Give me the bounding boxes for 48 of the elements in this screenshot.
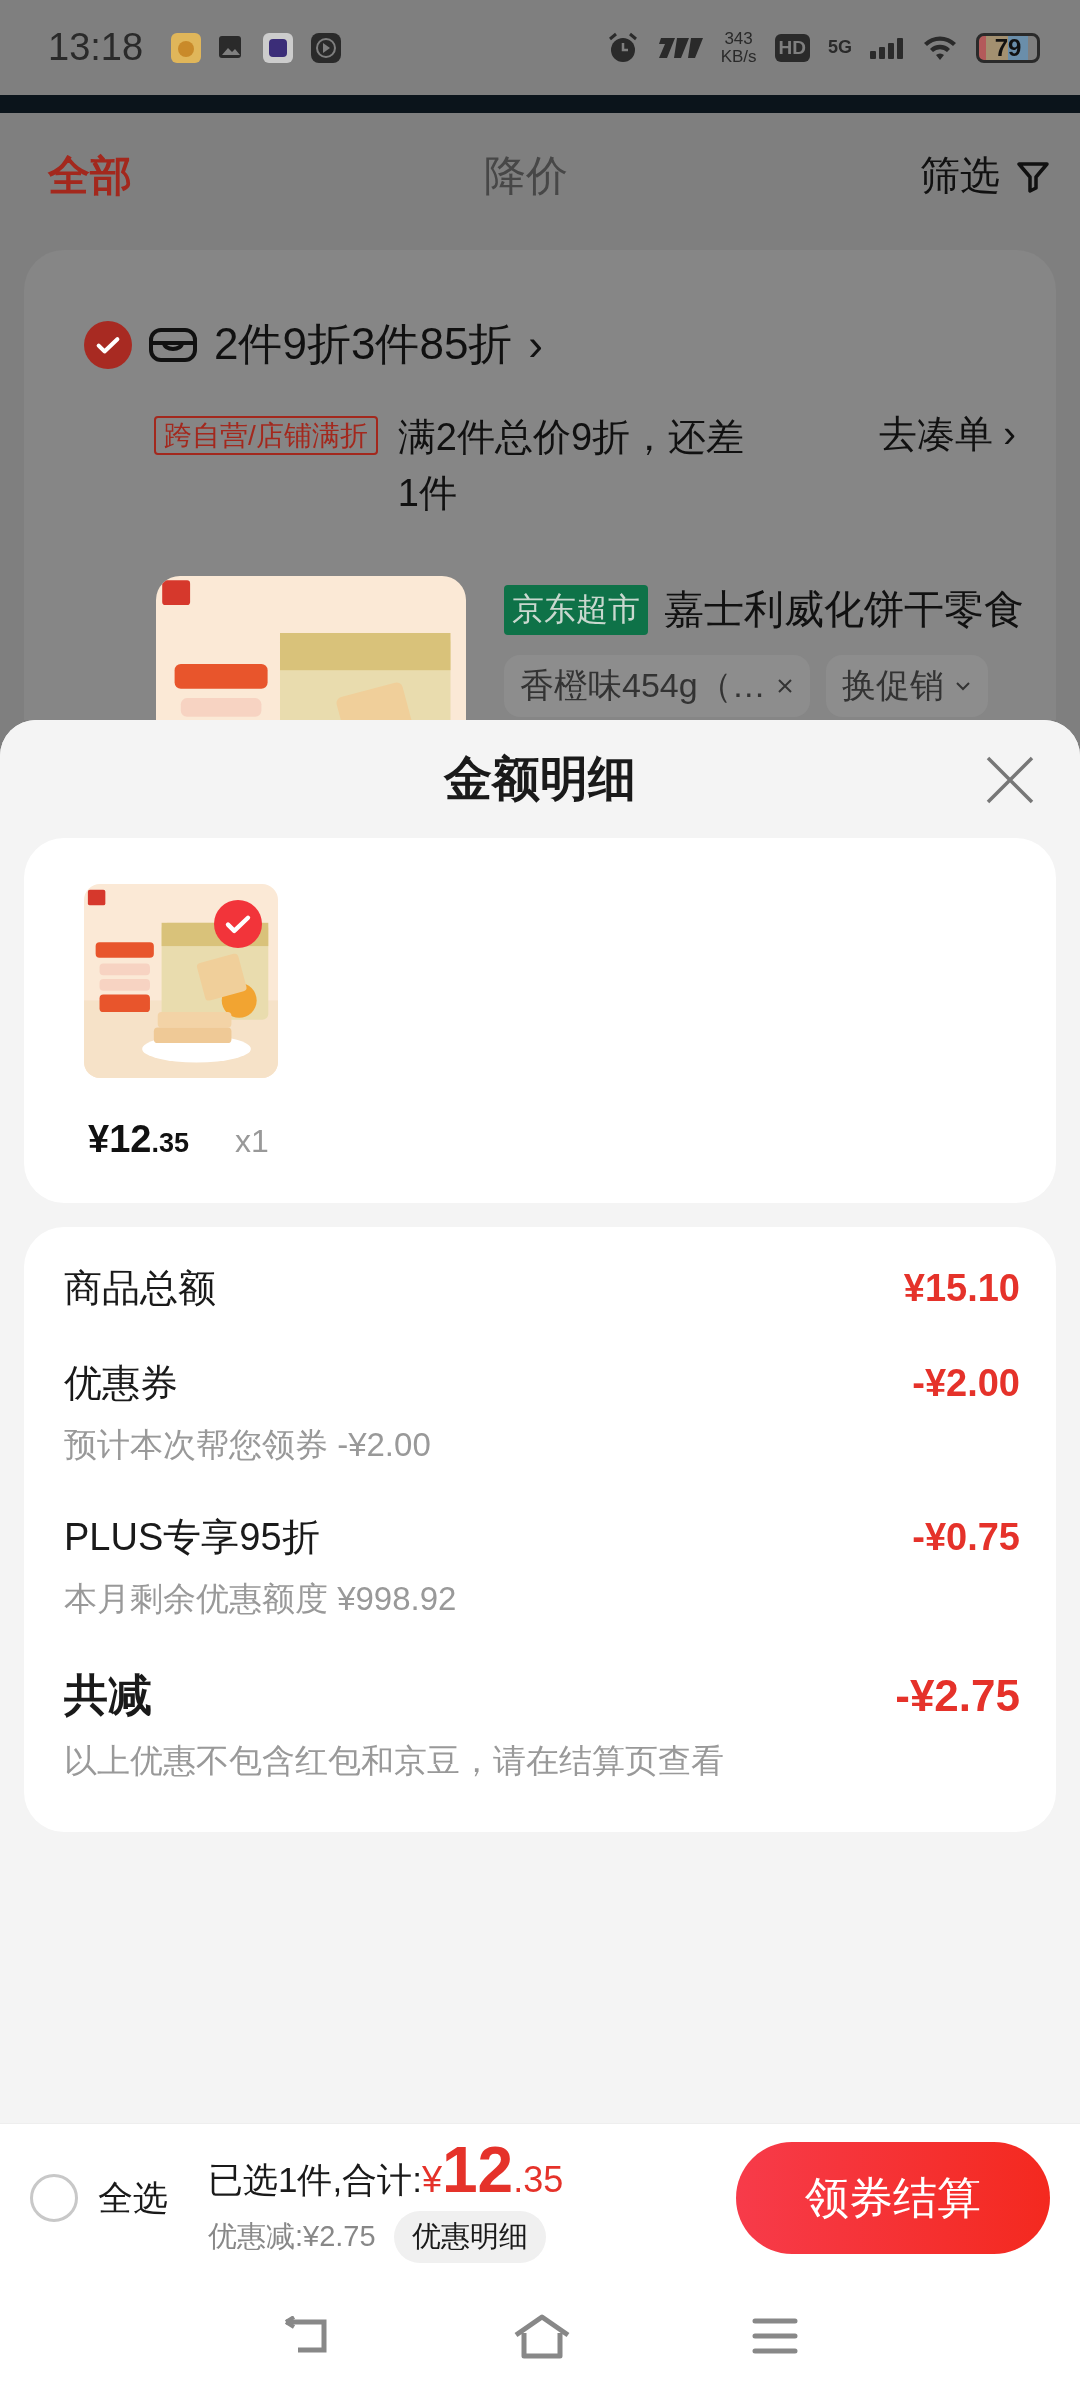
hd-indicator: HD [774,33,810,62]
saving-text: 优惠减:¥2.75 [208,2219,376,2254]
network-type: 5G [828,37,852,58]
stripes-icon [656,35,703,60]
chevron: › [528,319,543,370]
amount-note: 本月剩余优惠额度 ¥998.92 [64,1579,458,1619]
amount-note: 预计本次帮您领券 -¥2.00 [64,1425,432,1465]
product-title[interactable]: 嘉士利威化饼干零食 [664,582,1024,637]
menu-icon[interactable] [752,2316,798,2356]
amount-value: -¥2.75 [895,1670,1020,1721]
amount-label: PLUS专享95折 [64,1515,320,1560]
sheet-title: 金额明细 [444,751,636,807]
select-all-label[interactable]: 全选 [98,2174,168,2222]
close-icon [775,677,794,695]
amount-value: -¥2.00 [912,1362,1020,1405]
battery-level: 79 [976,32,1040,63]
spec-selector[interactable]: 香橙味454g（… [504,655,810,717]
amount-value: ¥15.10 [903,1267,1020,1310]
discount-detail-button[interactable]: 优惠明细 [393,2211,546,2263]
item-quantity: x1 [234,1123,269,1160]
speed-unit: KB/s [720,47,757,66]
amount-label: 优惠券 [64,1361,178,1406]
amount-label: 商品总额 [64,1266,216,1311]
play-icon [311,32,342,63]
store-badge: 京东超市 [504,584,648,635]
add-on-link[interactable]: 去凑单 › [878,409,1016,460]
network-speed: 343 [724,29,753,48]
amount-label: 共减 [64,1669,152,1721]
filter-button[interactable]: 筛选 [920,148,1000,203]
store-checkbox[interactable] [84,320,132,369]
checkout-button[interactable]: 领券结算 [736,2142,1050,2254]
promo-text: 满2件总价9折，还差1件 [397,415,746,516]
status-time: 13:18 [48,26,144,69]
amount-value: -¥0.75 [912,1516,1020,1559]
amount-note: 以上优惠不包含红包和京豆，请在结算页查看 [64,1741,725,1781]
selected-summary: 已选1件,合计: [208,2159,422,2201]
app-icon [263,32,294,63]
item-price: ¥12.35 [88,1118,189,1161]
home-icon[interactable] [512,2313,572,2359]
promo-tag: 跨自营/店铺满折 [154,416,378,455]
signal-icon [870,36,904,59]
close-button[interactable] [984,754,1036,806]
promo-selector[interactable]: 换促销 [825,655,988,717]
select-all-checkbox[interactable] [30,2174,78,2222]
app-icon [171,32,202,63]
total-price: ¥12.35 [421,2133,564,2207]
promo-title[interactable]: 2件9折3件85折 [214,315,513,374]
alarm-icon [606,31,639,64]
